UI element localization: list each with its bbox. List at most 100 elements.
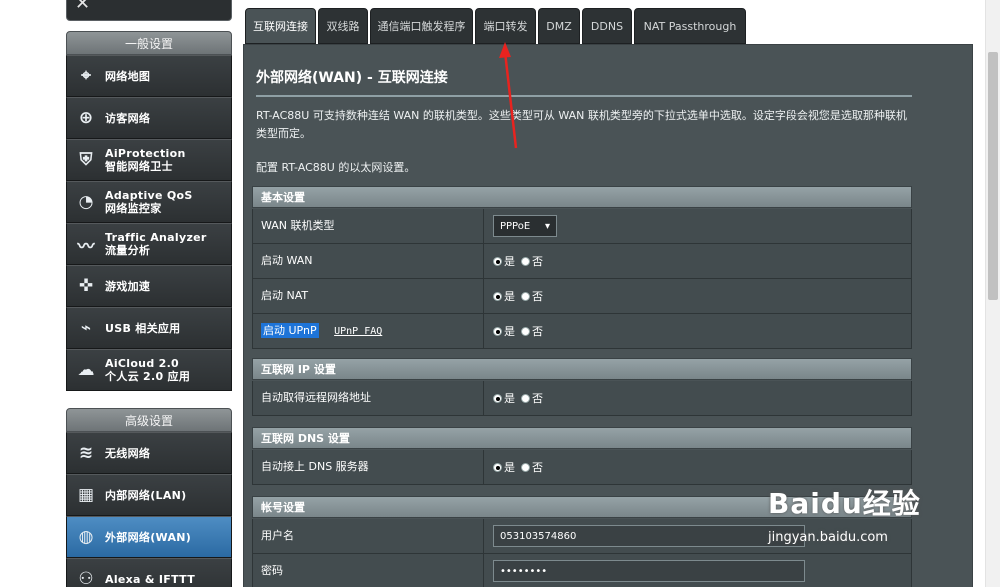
sidebar-item-aiprotection[interactable]: ⛨ AiProtection 智能网络卫士: [66, 139, 232, 181]
title-divider: [256, 95, 912, 97]
sidebar-item-traffic-analyzer[interactable]: 〰 Traffic Analyzer 流量分析: [66, 223, 232, 265]
sidebar-item-adaptive-qos[interactable]: ◔ Adaptive QoS 网络监控家: [66, 181, 232, 223]
alexa-icon: ⚇: [78, 569, 94, 587]
enable-upnp-yes-radio[interactable]: 是: [493, 323, 515, 339]
wan-type-label: WAN 联机类型: [253, 209, 484, 243]
config-note: 配置 RT-AC88U 的以太网设置。: [256, 161, 416, 174]
wan-type-value: PPPoE: [500, 220, 531, 232]
auto-dns-yes-radio[interactable]: 是: [493, 459, 515, 475]
radio-no-label: 否: [532, 392, 543, 405]
enable-upnp-label: 启动 UPnP: [261, 323, 319, 338]
sidebar-item-wan[interactable]: ◍ 外部网络(WAN): [66, 516, 232, 558]
sidebar-item-label: Alexa & IFTTT: [105, 572, 196, 586]
radio-yes-label: 是: [504, 325, 515, 338]
radio-no-label: 否: [532, 290, 543, 303]
sidebar-item-network-map[interactable]: ⌖ 网络地图: [66, 55, 232, 97]
radio-yes-label: 是: [504, 290, 515, 303]
sidebar-item-label: AiProtection: [105, 147, 186, 160]
enable-nat-yes-radio[interactable]: 是: [493, 288, 515, 304]
auto-ip-label: 自动取得远程网络地址: [253, 381, 484, 415]
radio-yes-label: 是: [504, 392, 515, 405]
section-dns-header: 互联网 DNS 设置: [252, 427, 912, 449]
sidebar-item-aicloud[interactable]: ☁ AiCloud 2.0 个人云 2.0 应用: [66, 349, 232, 391]
sidebar-item-label: 游戏加速: [105, 279, 151, 293]
page-description: RT-AC88U 可支持数种连结 WAN 的联机类型。这些类型可从 WAN 联机…: [256, 109, 907, 140]
enable-upnp-no-radio[interactable]: 否: [521, 323, 543, 339]
traffic-analyzer-icon: 〰: [77, 236, 95, 257]
auto-dns-no-radio[interactable]: 否: [521, 459, 543, 475]
tab-ddns[interactable]: DDNS: [582, 8, 632, 44]
sidebar-item-alexa[interactable]: ⚇ Alexa & IFTTT: [66, 558, 232, 587]
sidebar-item-sublabel: 网络监控家: [105, 202, 162, 215]
sidebar-item-label: 无线网络: [105, 446, 151, 460]
enable-wan-label: 启动 WAN: [253, 244, 484, 278]
watermark-brand: Baidu经验: [768, 487, 921, 520]
page-scrollbar[interactable]: [985, 0, 1000, 587]
auto-dns-label: 自动接上 DNS 服务器: [253, 450, 484, 484]
baidu-watermark: Baidu经验 jingyan.baidu.com: [768, 482, 968, 572]
sidebar-item-label: 网络地图: [105, 69, 151, 83]
radio-no-label: 否: [532, 325, 543, 338]
chevron-down-icon: ▾: [544, 220, 550, 232]
username-input[interactable]: 053103574860: [493, 525, 805, 547]
sidebar-item-sublabel: 个人云 2.0 应用: [105, 370, 191, 383]
auto-ip-yes-radio[interactable]: 是: [493, 390, 515, 406]
tab-nat-passthrough[interactable]: NAT Passthrough: [634, 8, 746, 44]
sidebar-item-label: 外部网络(WAN): [105, 530, 192, 544]
wan-globe-icon: ◍: [78, 527, 94, 547]
adaptive-qos-icon: ◔: [78, 192, 94, 212]
radio-yes-label: 是: [504, 255, 515, 268]
radio-no-label: 否: [532, 255, 543, 268]
sidebar-top-item[interactable]: ✕: [66, 0, 232, 21]
enable-wan-yes-radio[interactable]: 是: [493, 253, 515, 269]
password-label: 密码: [253, 554, 484, 587]
network-map-icon: ⌖: [81, 66, 91, 86]
settings-icon: ✕: [75, 0, 91, 14]
tab-dual-wan[interactable]: 双线路: [318, 8, 368, 44]
sidebar-item-sublabel: 智能网络卫士: [105, 160, 173, 173]
enable-nat-row: 启动 NAT 是 否: [252, 279, 912, 314]
enable-upnp-row: 启动 UPnP UPnP FAQ 是 否: [252, 314, 912, 349]
tab-port-forwarding[interactable]: 端口转发: [475, 8, 536, 44]
radio-yes-label: 是: [504, 461, 515, 474]
aicloud-icon: ☁: [77, 360, 95, 380]
enable-wan-row: 启动 WAN 是 否: [252, 244, 912, 279]
tab-internet-connection[interactable]: 互联网连接: [245, 8, 316, 44]
enable-nat-no-radio[interactable]: 否: [521, 288, 543, 304]
sidebar-item-label: 内部网络(LAN): [105, 488, 187, 502]
tab-port-trigger[interactable]: 通信端口触发程序: [370, 8, 473, 44]
tab-dmz[interactable]: DMZ: [538, 8, 580, 44]
sidebar-item-guest-network[interactable]: ⊕ 访客网络: [66, 97, 232, 139]
auto-dns-row: 自动接上 DNS 服务器 是 否: [252, 450, 912, 485]
aiprotection-icon: ⛨: [79, 150, 93, 170]
enable-wan-no-radio[interactable]: 否: [521, 253, 543, 269]
section-basic-header: 基本设置: [252, 186, 912, 208]
sidebar-item-game-boost[interactable]: ✜ 游戏加速: [66, 265, 232, 307]
sidebar-item-usb[interactable]: ⌁ USB 相关应用: [66, 307, 232, 349]
enable-upnp-cell: 启动 UPnP UPnP FAQ: [253, 314, 484, 348]
username-label: 用户名: [253, 519, 484, 553]
password-input[interactable]: ••••••••: [493, 560, 805, 582]
radio-no-label: 否: [532, 461, 543, 474]
lan-icon: ▦: [77, 485, 95, 505]
auto-ip-no-radio[interactable]: 否: [521, 390, 543, 406]
sidebar-item-wireless[interactable]: ≋ 无线网络: [66, 432, 232, 474]
sidebar-item-label: USB 相关应用: [105, 321, 181, 335]
sidebar-item-label: Traffic Analyzer: [105, 231, 207, 244]
sidebar-item-label: AiCloud 2.0: [105, 357, 180, 370]
scrollbar-thumb[interactable]: [988, 52, 998, 300]
game-boost-icon: ✜: [78, 276, 94, 296]
sidebar-item-label: Adaptive QoS: [105, 189, 193, 202]
usb-icon: ⌁: [80, 318, 92, 338]
section-ip-header: 互联网 IP 设置: [252, 358, 912, 380]
sidebar-item-lan[interactable]: ▦ 内部网络(LAN): [66, 474, 232, 516]
wan-type-row: WAN 联机类型 PPPoE ▾: [252, 209, 912, 244]
sidebar-item-sublabel: 流量分析: [105, 244, 151, 257]
upnp-faq-link[interactable]: UPnP FAQ: [334, 326, 382, 337]
wan-type-select[interactable]: PPPoE ▾: [493, 215, 557, 237]
sidebar-general-header: 一般设置: [66, 31, 232, 55]
sidebar-item-label: 访客网络: [105, 111, 151, 125]
page-title: 外部网络(WAN) - 互联网连接: [256, 70, 448, 86]
guest-network-icon: ⊕: [78, 108, 94, 128]
watermark-url: jingyan.baidu.com: [768, 530, 888, 545]
